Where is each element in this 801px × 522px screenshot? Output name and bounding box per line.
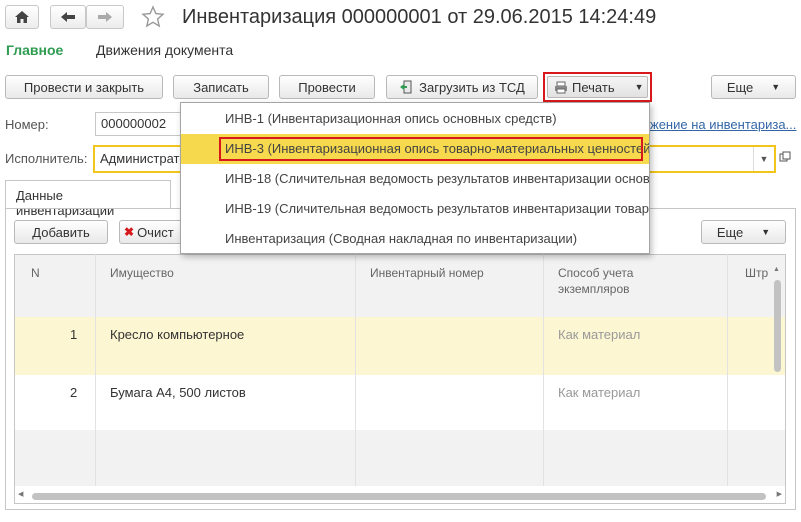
selection-frame <box>219 137 643 161</box>
chevron-down-icon: ▼ <box>634 82 644 92</box>
scroll-up-icon[interactable]: ▲ <box>773 266 780 273</box>
star-icon <box>141 5 165 28</box>
print-menu-item-inv19[interactable]: ИНВ-19 (Сличительная ведомость результат… <box>181 194 649 224</box>
save-button[interactable]: Записать <box>173 75 269 99</box>
table <box>14 254 786 504</box>
column-divider <box>95 254 96 486</box>
add-button[interactable]: Добавить <box>14 220 108 244</box>
dropdown-button[interactable]: ▼ <box>753 147 774 171</box>
arrow-right-icon <box>98 12 112 22</box>
row-1-method[interactable]: Как материал <box>558 327 640 342</box>
delete-icon: ✖ <box>124 225 135 239</box>
base-document-link[interactable]: жение на инвентариза... <box>650 117 796 132</box>
scrollbar-thumb[interactable] <box>774 280 781 372</box>
print-menu: ИНВ-1 (Инвентаризационная опись основных… <box>180 102 650 254</box>
column-header-method[interactable]: Способ учета экземпляров <box>558 265 668 297</box>
column-header-inventory-number[interactable]: Инвентарный номер <box>370 265 484 281</box>
column-divider <box>355 254 356 486</box>
row-2-method[interactable]: Как материал <box>558 385 640 400</box>
more-button[interactable]: Еще ▼ <box>711 75 796 99</box>
home-icon <box>15 11 29 23</box>
back-button[interactable] <box>50 5 86 29</box>
clear-label: Очист <box>137 224 174 240</box>
section-more-label: Еще <box>716 224 744 240</box>
print-label: Печать <box>572 79 615 95</box>
scroll-right-icon[interactable]: ▶ <box>777 490 782 498</box>
save-label: Записать <box>193 79 249 95</box>
print-menu-item-inv1[interactable]: ИНВ-1 (Инвентаризационная опись основных… <box>181 104 649 134</box>
load-icon <box>400 80 412 94</box>
number-field[interactable]: 000000002 <box>95 112 185 136</box>
performer-label: Исполнитель: <box>5 151 88 166</box>
chevron-down-icon: ▼ <box>761 227 771 237</box>
scrollbar-thumb[interactable] <box>32 493 766 500</box>
post-label: Провести <box>298 79 356 95</box>
table-empty-area <box>15 430 785 486</box>
print-menu-item-inv18[interactable]: ИНВ-18 (Сличительная ведомость результат… <box>181 164 649 194</box>
tab-movements[interactable]: Движения документа <box>96 42 233 58</box>
post-button[interactable]: Провести <box>279 75 375 99</box>
table-row[interactable] <box>15 317 785 376</box>
print-button[interactable]: Печать ▼ <box>543 72 652 102</box>
row-1-item[interactable]: Кресло компьютерное <box>110 327 244 342</box>
printer-icon <box>555 81 567 93</box>
tab-inventory-data[interactable]: Данные инвентаризации <box>5 180 171 218</box>
post-and-close-label: Провести и закрыть <box>23 79 145 95</box>
more-label: Еще <box>726 79 754 95</box>
add-label: Добавить <box>32 224 90 240</box>
forward-button[interactable] <box>86 5 124 29</box>
print-menu-item-inv3[interactable]: ИНВ-3 (Инвентаризационная опись товарно-… <box>181 134 649 164</box>
home-button[interactable] <box>5 5 39 29</box>
tab-main[interactable]: Главное <box>6 42 63 58</box>
load-tsd-label: Загрузить из ТСД <box>419 79 525 95</box>
page-title: Инвентаризация 000000001 от 29.06.2015 1… <box>182 6 657 28</box>
horizontal-scrollbar[interactable]: ◀ ▶ <box>16 490 784 502</box>
column-divider <box>727 254 728 486</box>
column-header-n[interactable]: N <box>31 265 40 281</box>
load-tsd-button[interactable]: Загрузить из ТСД <box>386 75 538 99</box>
column-divider <box>543 254 544 486</box>
row-1-number: 1 <box>70 327 78 342</box>
section-more-button[interactable]: Еще ▼ <box>701 220 786 244</box>
chevron-down-icon: ▼ <box>771 82 781 92</box>
print-menu-item-summary[interactable]: Инвентаризация (Сводная накладная по инв… <box>181 224 649 253</box>
number-label: Номер: <box>5 117 49 132</box>
column-header-item[interactable]: Имущество <box>110 265 174 281</box>
open-icon[interactable] <box>779 151 793 165</box>
vertical-scrollbar[interactable]: ▲ <box>771 266 783 486</box>
table-row[interactable] <box>15 375 785 431</box>
arrow-left-icon <box>61 12 75 22</box>
row-2-number: 2 <box>70 385 78 400</box>
post-and-close-button[interactable]: Провести и закрыть <box>5 75 163 99</box>
scroll-left-icon[interactable]: ◀ <box>18 490 23 498</box>
clear-button[interactable]: ✖ Очист <box>119 220 183 244</box>
row-2-item[interactable]: Бумага А4, 500 листов <box>110 385 246 400</box>
favorite-button[interactable] <box>141 5 167 29</box>
column-header-barcode[interactable]: Штр <box>745 265 768 281</box>
